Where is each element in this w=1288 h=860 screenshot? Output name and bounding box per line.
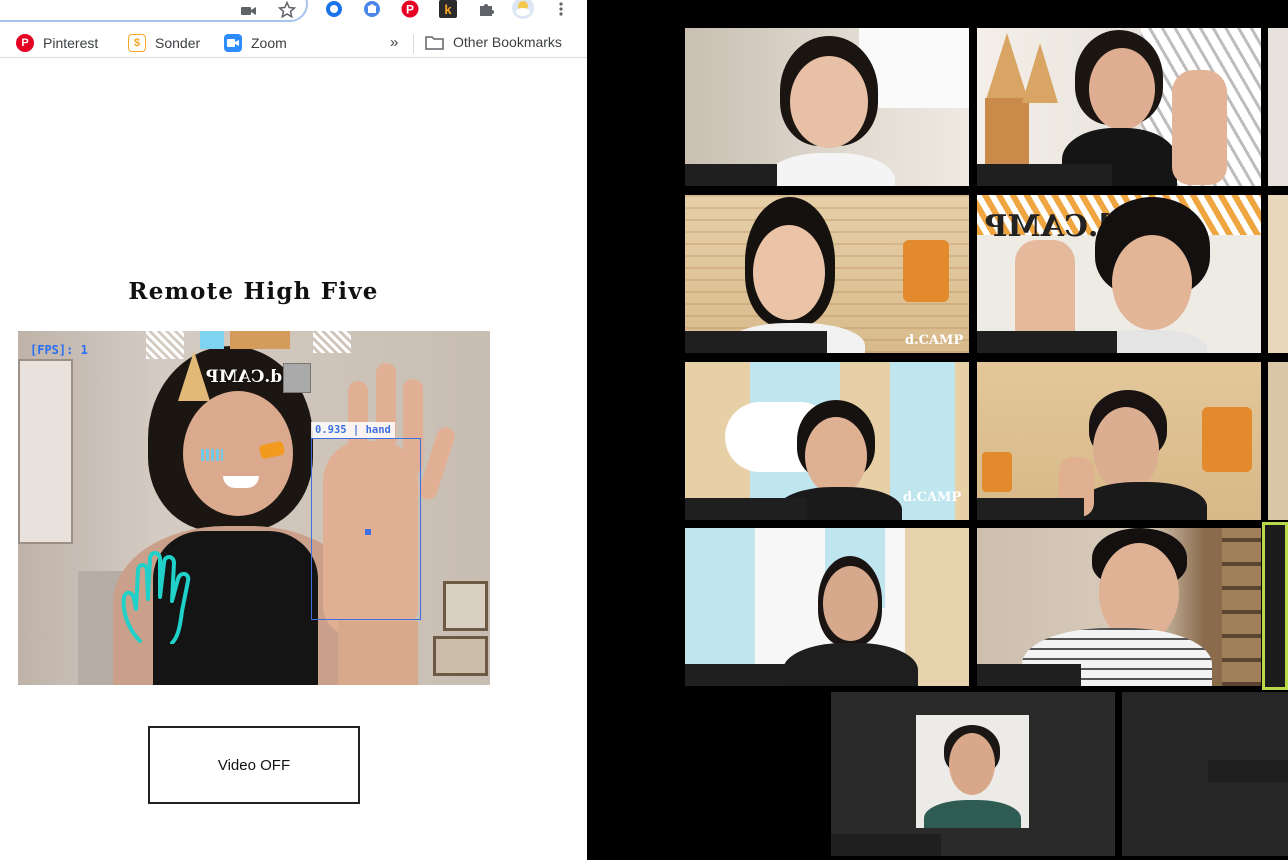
- pinterest-extension-icon[interactable]: P: [401, 0, 419, 18]
- screen: P k P Pinterest $ Sonder Zoom » Other Bo…: [0, 0, 1288, 860]
- picture-frame: [433, 636, 488, 676]
- participant-name-bar: [977, 164, 1112, 186]
- wall-artwork: [18, 359, 73, 544]
- bookshelf: [1222, 528, 1261, 686]
- virtual-bg-blue-panel: [685, 528, 755, 686]
- virtual-bg-mascot: [982, 452, 1012, 492]
- browser-toolbar: P k: [0, 0, 587, 26]
- participant-face: [753, 225, 825, 320]
- folder-icon: [425, 35, 444, 50]
- picture-frame: [443, 581, 488, 631]
- participant-video-tile[interactable]: d.CAMP: [685, 362, 969, 520]
- profile-avatar-icon[interactable]: [512, 0, 534, 19]
- page-title: Remote High Five: [128, 278, 379, 305]
- address-bar[interactable]: [0, 0, 308, 22]
- participant-video-tile[interactable]: [685, 528, 969, 686]
- bookmark-zoom[interactable]: Zoom: [224, 34, 287, 52]
- participant-video-tile[interactable]: [977, 362, 1261, 520]
- bookmarks-divider: [413, 34, 414, 54]
- participant-name-bar: [831, 834, 941, 856]
- bookmark-label: Sonder: [155, 35, 201, 51]
- participant-video-tile[interactable]: [685, 28, 969, 186]
- bookmark-pinterest[interactable]: P Pinterest: [0, 34, 98, 52]
- participant-name-bar: [977, 331, 1117, 353]
- participant-shirt: [924, 800, 1021, 828]
- virtual-bg-mascot: [903, 240, 949, 302]
- virtual-bg-logo: d.CAMP: [905, 333, 964, 348]
- decoration-blue-stripes: [201, 449, 223, 461]
- participant-video-tile[interactable]: [831, 692, 1115, 856]
- participant-name-bar: [1208, 760, 1288, 782]
- active-speaker-tile-partial[interactable]: [1262, 522, 1288, 690]
- svg-text:P: P: [406, 3, 414, 17]
- participant-video-tile[interactable]: [977, 528, 1261, 686]
- participant-shirt: [765, 153, 895, 186]
- extension-circle-icon[interactable]: [325, 0, 343, 18]
- participant-shirt: [783, 643, 918, 686]
- camera-icon[interactable]: [240, 2, 258, 20]
- decoration-logo-text: d.CAMP: [206, 367, 283, 387]
- bookmarks-overflow-button[interactable]: »: [390, 34, 398, 51]
- participant-face: [823, 566, 878, 641]
- sonder-icon: $: [128, 34, 146, 52]
- webcam-video: d.CAMP [FPS]: 1 0.935 | hand: [18, 331, 490, 685]
- decoration-blue-shape: [200, 331, 224, 349]
- participant-video-tile[interactable]: d.CAMP: [685, 195, 969, 353]
- participant-face: [805, 417, 867, 495]
- participant-video-tile-partial[interactable]: [1268, 28, 1288, 186]
- participant-name-bar: [977, 664, 1081, 686]
- participant-name-bar: [685, 331, 827, 353]
- participant-name-bar: [685, 164, 777, 186]
- waving-hand: [1172, 70, 1227, 185]
- virtual-bg-logo: d.CAMP: [903, 490, 962, 505]
- participant-face: [790, 56, 868, 148]
- k-extension-icon[interactable]: k: [439, 0, 457, 18]
- puzzle-extensions-icon[interactable]: [477, 0, 495, 18]
- menu-kebab-icon[interactable]: [552, 0, 570, 18]
- other-bookmarks-label: Other Bookmarks: [453, 34, 562, 50]
- bookmarks-bar: P Pinterest $ Sonder Zoom » Other Bookma…: [0, 28, 587, 58]
- profile-picture: [916, 715, 1029, 828]
- participant-video-tile[interactable]: [977, 28, 1261, 186]
- participant-video-tile-partial[interactable]: [1122, 692, 1288, 856]
- participant-face: [1093, 407, 1159, 492]
- zoom-gallery-view: d.CAMP d.CAMP d.CAMP: [587, 0, 1288, 860]
- virtual-bg-mascot: [1202, 407, 1252, 472]
- participant-video-tile[interactable]: d.CAMP: [977, 195, 1261, 353]
- participant-face: [1112, 235, 1192, 330]
- bookmark-label: Pinterest: [43, 35, 99, 51]
- decoration-stripes: [313, 331, 351, 353]
- extension-bank-icon[interactable]: [363, 0, 381, 18]
- decoration-cube: [283, 363, 311, 393]
- fps-counter: [FPS]: 1: [30, 343, 88, 357]
- bookmark-label: Zoom: [251, 35, 287, 51]
- pinterest-icon: P: [16, 34, 34, 52]
- participant-face: [949, 733, 995, 795]
- video-toggle-button[interactable]: Video OFF: [148, 726, 360, 804]
- decoration-stripes: [146, 331, 184, 359]
- high-five-hand-icon: [120, 549, 198, 649]
- detection-label: 0.935 | hand: [311, 422, 395, 438]
- hand-center-marker: [365, 529, 371, 535]
- participant-video-tile-partial[interactable]: [1268, 195, 1288, 353]
- participant-name-bar: [977, 498, 1084, 520]
- virtual-bg-cone: [1022, 43, 1058, 103]
- arm: [338, 621, 418, 685]
- svg-text:k: k: [444, 2, 452, 17]
- participant-video-tile-partial[interactable]: [1268, 362, 1288, 520]
- participant-name-bar: [685, 498, 807, 520]
- other-bookmarks[interactable]: Other Bookmarks: [425, 34, 562, 50]
- participant-name-bar: [685, 664, 785, 686]
- zoom-icon: [224, 34, 242, 52]
- bookmark-sonder[interactable]: $ Sonder: [128, 34, 200, 52]
- bookmark-star-icon[interactable]: [278, 1, 296, 19]
- decoration-wood-shape: [230, 331, 290, 349]
- browser-window: P k P Pinterest $ Sonder Zoom » Other Bo…: [0, 0, 587, 860]
- participant-shirt: [1077, 482, 1207, 520]
- participant-face: [1089, 48, 1155, 130]
